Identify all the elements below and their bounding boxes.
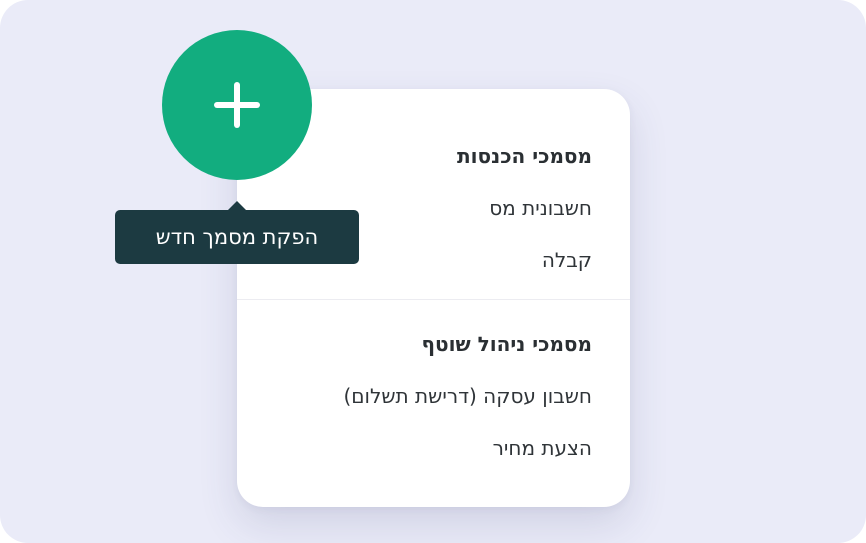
new-document-tooltip: הפקת מסמך חדש xyxy=(115,210,359,264)
management-documents-group: מסמכי ניהול שוטף חשבון עסקה (דרישת תשלום… xyxy=(267,329,592,463)
tooltip-arrow xyxy=(228,201,246,210)
new-document-button[interactable] xyxy=(162,30,312,180)
income-documents-heading: מסמכי הכנסות xyxy=(457,144,592,168)
menu-item-price-quote[interactable]: הצעת מחיר xyxy=(267,433,592,463)
management-documents-heading: מסמכי ניהול שוטף xyxy=(421,332,592,356)
new-document-menu: מסמכי הכנסות חשבונית מס קבלה מסמכי ניהול… xyxy=(237,89,630,507)
canvas-background: מסמכי הכנסות חשבונית מס קבלה מסמכי ניהול… xyxy=(0,0,866,543)
menu-item-transaction-invoice[interactable]: חשבון עסקה (דרישת תשלום) xyxy=(267,381,592,411)
menu-divider xyxy=(237,299,630,300)
